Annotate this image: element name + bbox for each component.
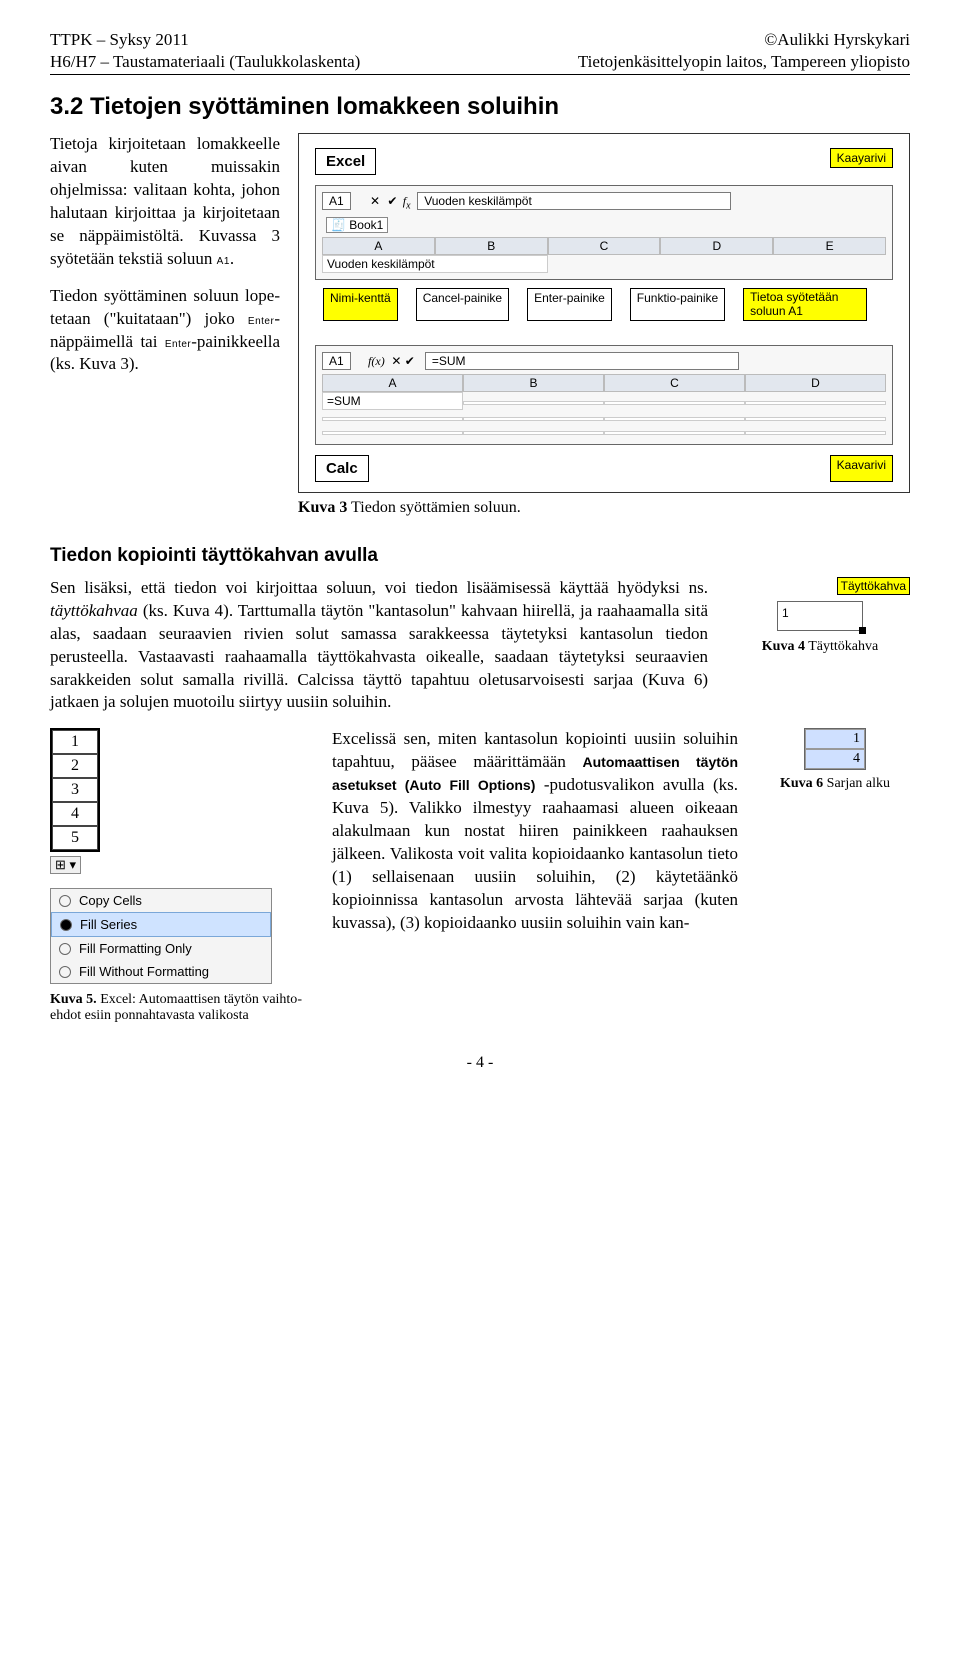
fig3-cap-t: Tiedon syöttämien soluun. bbox=[347, 499, 520, 516]
para1a: Tietoja kirjoite­taan lomakkeelle aivan … bbox=[50, 134, 280, 268]
anno-row: Nimi-kenttä Cancel-painike Enter-painike… bbox=[323, 288, 893, 320]
cell-a1: A1 bbox=[217, 256, 230, 267]
row1-top: Vuoden keskilämpöt bbox=[322, 255, 886, 273]
label-calc: Calc bbox=[315, 455, 369, 482]
cell-5: 5 bbox=[52, 826, 98, 850]
hdr-left-2: H6/H7 – Taustamateriaali (Taulukkolasken… bbox=[50, 52, 360, 72]
mi-withoutfmt[interactable]: Fill Without Formatting bbox=[51, 960, 271, 983]
fig6-cell-2: 4 bbox=[805, 749, 865, 769]
autofill-button[interactable]: ⊞ ▾ bbox=[50, 856, 81, 874]
label-kaayarivi: Kaayarivi bbox=[830, 148, 893, 168]
page: TTPK – Syksy 2011 ©Aulikki Hyrskykari H6… bbox=[0, 0, 960, 1112]
col-headers-top: A B C D E bbox=[322, 237, 886, 255]
label-kaavarivi-b: Kaavarivi bbox=[830, 455, 893, 482]
intro-row: Tietoja kirjoite­taan lomakkeelle aivan … bbox=[50, 133, 910, 517]
namebox: A1 bbox=[322, 192, 351, 210]
intro-text: Tietoja kirjoite­taan lomakkeelle aivan … bbox=[50, 133, 280, 517]
fig6-cap-b: Kuva 6 bbox=[780, 776, 823, 791]
formulabar: Vuoden keskilämpöt bbox=[417, 192, 731, 210]
sub-heading: Tiedon kopiointi täyttökahvan avulla bbox=[50, 545, 910, 567]
page-number: - 4 - bbox=[50, 1054, 910, 1072]
label-cancel: Cancel-painike bbox=[416, 288, 509, 320]
fig6-cell-1: 1 bbox=[805, 729, 865, 749]
fig6-cells: 1 4 bbox=[804, 728, 866, 770]
figure-4: Täyttökahva 1 Kuva 4 Täyttökahva bbox=[730, 577, 910, 715]
col-headers-bot: A B C D bbox=[322, 374, 886, 392]
fig3-bottom-strip: A1 f(x) ✕ ✔ =SUM A B C D =SUM bbox=[315, 345, 893, 445]
col-C-b: C bbox=[604, 374, 745, 392]
col-D-b: D bbox=[745, 374, 886, 392]
fig4-cap-t: Täyttökahva bbox=[805, 639, 878, 654]
cell-2: 2 bbox=[52, 754, 98, 778]
figure-6: 1 4 Kuva 6 Sarjan alku bbox=[760, 728, 910, 1024]
fig5-caption: Kuva 5. Excel: Automaattisen täytön vaih… bbox=[50, 992, 310, 1024]
p2em: täyttökahvaa bbox=[50, 601, 138, 620]
label-funktio: Funktio-painike bbox=[630, 288, 725, 320]
row2: Sen lisäksi, että tiedon voi kirjoittaa … bbox=[50, 577, 910, 715]
hdr-left-1: TTPK – Syksy 2011 bbox=[50, 30, 189, 50]
fig4-cap-b: Kuva 4 bbox=[762, 639, 805, 654]
cell-a1-b: =SUM bbox=[322, 392, 463, 410]
enter-key-2: Enter bbox=[165, 339, 191, 350]
row3: 1 2 3 4 5 ⊞ ▾ Copy Cells Fill Series Fil… bbox=[50, 728, 910, 1024]
para2a: Tiedon syöttämi­nen soluun lope­tetaan (… bbox=[50, 286, 280, 328]
page-header: TTPK – Syksy 2011 ©Aulikki Hyrskykari bbox=[50, 30, 910, 50]
seq-cells: 1 2 3 4 5 bbox=[50, 728, 100, 852]
section-heading: 3.2 Tietojen syöttäminen lomakkeen solui… bbox=[50, 93, 910, 121]
figure-3: Excel Kaayarivi A1 ✕ ✔ fx Vuoden keskilä… bbox=[298, 133, 910, 517]
col-A: A bbox=[322, 237, 435, 255]
fig5-cap-b: Kuva 5. bbox=[50, 992, 97, 1007]
fillhandle-cell: 1 bbox=[777, 601, 863, 631]
fig6-cap-t: Sarjan alku bbox=[823, 776, 890, 791]
page-header-2: H6/H7 – Taustamateriaali (Taulukkolasken… bbox=[50, 52, 910, 72]
label-tietoa: Tietoa syötetään soluun A1 bbox=[743, 288, 867, 320]
para-autofill: Excelissä sen, miten kantasolun kopioint… bbox=[332, 728, 738, 1024]
mi-fmtonly[interactable]: Fill Formatting Only bbox=[51, 937, 271, 960]
book-label: Book1 bbox=[349, 218, 383, 232]
mi-fillseries[interactable]: Fill Series bbox=[51, 912, 271, 937]
p2a: Sen lisäksi, että tiedon voi kirjoittaa … bbox=[50, 578, 708, 597]
fig3-cap-b: Kuva 3 bbox=[298, 499, 347, 516]
cell-1: 1 bbox=[52, 730, 98, 754]
mi-copy[interactable]: Copy Cells bbox=[51, 889, 271, 912]
hdr-rule bbox=[50, 74, 910, 75]
col-C: C bbox=[548, 237, 661, 255]
formulabar-b: =SUM bbox=[425, 352, 739, 370]
p2b: (ks. Kuva 4). Tarttumalla täytön "kan­ta… bbox=[50, 601, 708, 712]
row1-bot: =SUM bbox=[322, 392, 886, 410]
hdr-right-2: Tietojenkäsittelyopin laitos, Tampereen … bbox=[578, 52, 910, 72]
para1b: . bbox=[230, 249, 234, 268]
label-nimi: Nimi-kenttä bbox=[323, 288, 398, 320]
fig3-caption: Kuva 3 Tiedon syöttämien soluun. bbox=[298, 499, 910, 517]
cell-a1-val: Vuoden keskilämpöt bbox=[322, 255, 548, 273]
col-B-b: B bbox=[463, 374, 604, 392]
label-tayttokahva: Täyttökahva bbox=[837, 577, 910, 595]
col-E: E bbox=[773, 237, 886, 255]
fig6-caption: Kuva 6 Sarjan alku bbox=[760, 776, 910, 792]
col-B: B bbox=[435, 237, 548, 255]
fig4-caption: Kuva 4 Täyttökahva bbox=[730, 639, 910, 655]
namebox-b: A1 bbox=[322, 352, 351, 370]
hdr-right-1: ©Aulikki Hyrskykari bbox=[764, 30, 910, 50]
col-A-b: A bbox=[322, 374, 463, 392]
figure-5: 1 2 3 4 5 ⊞ ▾ Copy Cells Fill Series Fil… bbox=[50, 728, 310, 1024]
label-enter: Enter-painike bbox=[527, 288, 612, 320]
p3b: -pudotusvalikon avulla (ks. Kuva 5). Val… bbox=[332, 775, 738, 932]
col-D: D bbox=[660, 237, 773, 255]
cell-3: 3 bbox=[52, 778, 98, 802]
fig3-top-strip: A1 ✕ ✔ fx Vuoden keskilämpöt 🧾 Book1 A B… bbox=[315, 185, 893, 280]
figure-3-box: Excel Kaayarivi A1 ✕ ✔ fx Vuoden keskilä… bbox=[298, 133, 910, 493]
autofill-menu[interactable]: Copy Cells Fill Series Fill Formatting O… bbox=[50, 888, 272, 984]
fillhandle-num: 1 bbox=[782, 606, 789, 620]
enter-key-1: Enter bbox=[248, 316, 274, 327]
cell-4: 4 bbox=[52, 802, 98, 826]
para-fill: Sen lisäksi, että tiedon voi kirjoittaa … bbox=[50, 577, 708, 715]
label-excel: Excel bbox=[315, 148, 376, 175]
